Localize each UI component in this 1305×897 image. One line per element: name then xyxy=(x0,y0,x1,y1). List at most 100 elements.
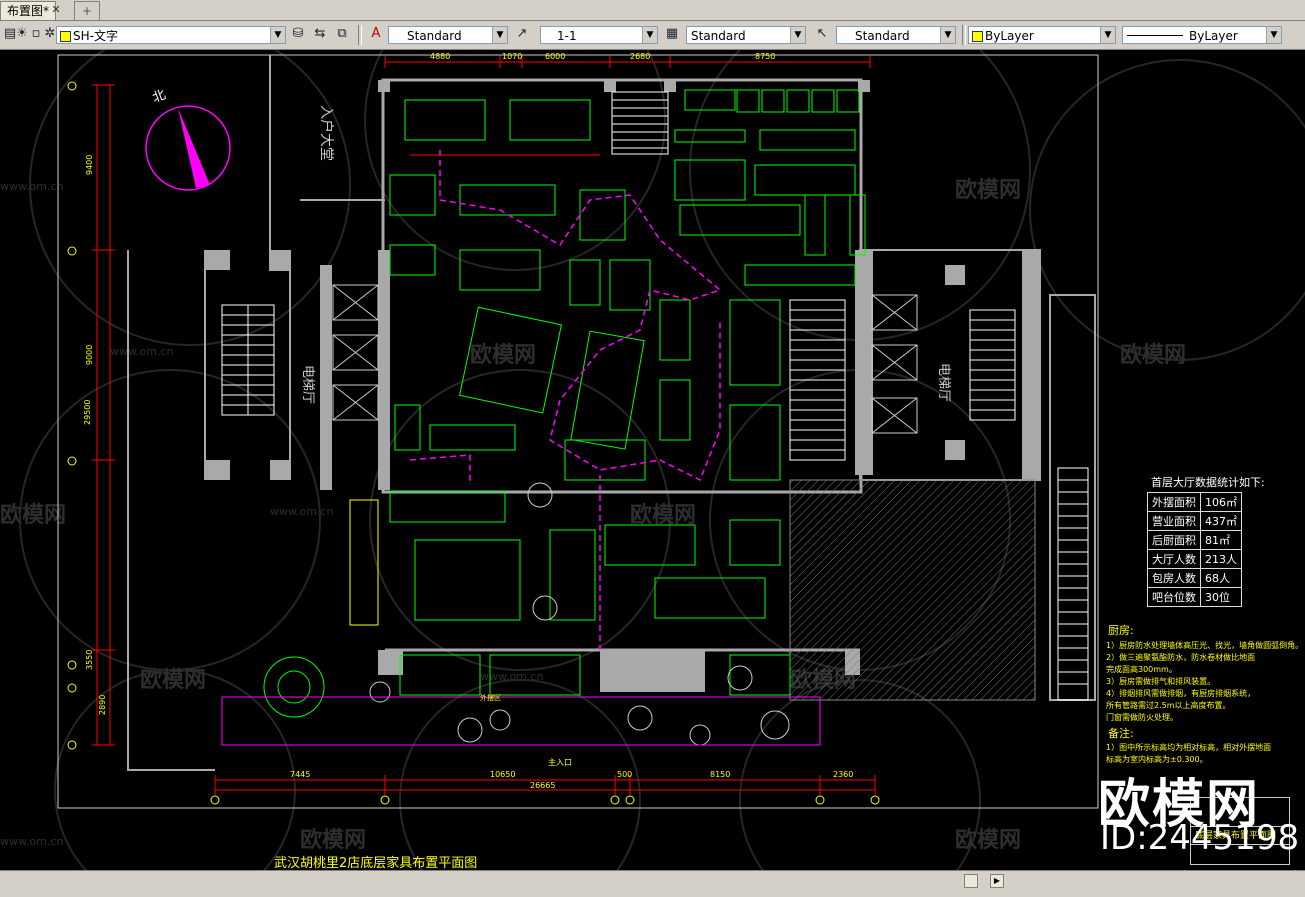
stats-key: 吧台位数 xyxy=(1147,587,1201,607)
dim-style-combo[interactable]: Standard ▼ xyxy=(388,26,508,44)
dim-top-2: 1070 xyxy=(502,52,522,61)
wm-brand: 欧模网 xyxy=(955,827,1021,853)
status-bar: ▶ xyxy=(0,870,1305,897)
stats-row: 吧台位数 30位 xyxy=(1147,587,1242,607)
dining-furniture xyxy=(263,99,791,718)
dim-top-1: 4880 xyxy=(430,52,450,61)
linetype-combo[interactable]: ByLayer ▼ xyxy=(1122,26,1282,44)
color-value: ByLayer xyxy=(985,29,1034,43)
stats-value: 437㎡ xyxy=(1200,511,1242,531)
top-dimension-texts: 4880 1070 6000 2680 8750 xyxy=(430,52,775,61)
kitchen-note-line: 2）做三遍聚氨酯防水，防水卷材做比地面 xyxy=(1106,653,1256,662)
layer-match-icon[interactable]: ⇆ xyxy=(312,26,328,42)
new-tab-button[interactable]: + xyxy=(74,1,100,20)
chevron-down-icon[interactable]: ▼ xyxy=(1100,27,1115,43)
text-style-value: SH-文字 xyxy=(73,29,118,43)
grid-bubbles-left xyxy=(67,81,77,750)
remarks-line: 1）图中所示标高均为相对标高，相对外摆地面 xyxy=(1106,743,1272,752)
chevron-down-icon[interactable]: ▼ xyxy=(1266,27,1281,43)
stats-row: 包房人数 68人 xyxy=(1147,568,1242,588)
chevron-down-icon[interactable]: ▼ xyxy=(790,27,805,43)
north-label: 北 xyxy=(150,88,167,107)
dim-bottom-3: 500 xyxy=(617,770,632,779)
wm-site: www.om.cn xyxy=(0,180,63,193)
dim-top-3: 6000 xyxy=(545,52,565,61)
kitchen-note-line: 所有管路需过2.5m以上高度布置。 xyxy=(1106,701,1231,710)
text-style-icon[interactable]: A xyxy=(368,26,384,42)
wm-brand: 欧模网 xyxy=(140,667,206,693)
document-tab-bar: 布置图* ✕ + xyxy=(0,0,1305,21)
kitchen-equipment xyxy=(674,89,866,286)
table-style-combo[interactable]: Standard ▼ xyxy=(686,26,806,44)
stats-value: 30位 xyxy=(1200,587,1242,607)
stats-key: 后厨面积 xyxy=(1147,530,1201,550)
text-style-combo[interactable]: SH-文字 ▼ xyxy=(56,26,286,44)
dim-bottom-2: 10650 xyxy=(490,770,515,779)
stats-table: 外摆面积 106㎡ 营业面积 437㎡ 后厨面积 81㎡ 大厅人数 213人 包房人数 6… xyxy=(1147,492,1242,607)
kitchen-note-line: 4）排烟排风需做排烟，有厨房排烟系统， xyxy=(1106,689,1256,698)
stats-value: 68人 xyxy=(1200,568,1242,588)
dim-left-1: 9400 xyxy=(85,155,94,175)
horizontal-scroll-thumb[interactable] xyxy=(964,874,978,888)
layer-previous-icon[interactable]: ⧉ xyxy=(334,26,350,42)
label-lobby: 入户大堂 xyxy=(318,105,335,161)
kitchen-note-line: 门窗需做防火处理。 xyxy=(1106,713,1178,722)
color-combo[interactable]: ByLayer ▼ xyxy=(968,26,1116,44)
kitchen-note-line: 完成面高300mm。 xyxy=(1106,665,1177,674)
stats-row: 营业面积 437㎡ xyxy=(1147,511,1242,531)
chevron-down-icon[interactable]: ▼ xyxy=(492,27,507,43)
stats-value: 213人 xyxy=(1200,549,1242,569)
wm-brand: 欧模网 xyxy=(630,502,696,528)
close-tab-icon[interactable]: ✕ xyxy=(48,2,64,18)
dim-total: 26665 xyxy=(530,781,555,790)
scale-combo[interactable]: 1-1 ▼ xyxy=(540,26,658,44)
layer-states-icon[interactable]: ⛁ xyxy=(290,26,306,42)
stats-key: 外摆面积 xyxy=(1147,492,1201,512)
label-elevator-left: 电梯厅 xyxy=(300,365,315,404)
multileader-style-icon[interactable]: ↖ xyxy=(814,26,830,42)
wm-brand: 欧模网 xyxy=(300,827,366,853)
multileader-style-combo[interactable]: Standard ▼ xyxy=(836,26,956,44)
stats-key: 大厅人数 xyxy=(1147,549,1201,569)
table-style-value: Standard xyxy=(691,29,746,43)
left-dimension-lines xyxy=(92,84,115,746)
label-outdoor: 外摆区 xyxy=(480,693,501,702)
linetype-value: ByLayer xyxy=(1189,29,1238,43)
stats-value: 81㎡ xyxy=(1200,530,1242,550)
dim-left-3: 29500 xyxy=(83,400,92,425)
wm-brand: 欧模网 xyxy=(1120,342,1186,368)
drawing-canvas[interactable]: 欧模网 欧模网 欧模网 欧模网 欧模网 欧模网 欧模网 欧模网 欧模网 欧模网 … xyxy=(0,50,1305,870)
chevron-down-icon[interactable]: ▼ xyxy=(642,27,657,43)
wm-site: www.om.cn xyxy=(270,505,333,518)
table-style-icon[interactable]: ▦ xyxy=(664,26,680,42)
wm-brand: 欧模网 xyxy=(470,342,536,368)
label-main-entrance: 主入口 xyxy=(548,757,572,767)
chevron-down-icon[interactable]: ▼ xyxy=(940,27,955,43)
document-tab-label: 布置图* xyxy=(7,4,50,18)
dimension-style-icon[interactable]: ↗ xyxy=(514,26,530,42)
scroll-right-button[interactable]: ▶ xyxy=(990,874,1004,888)
styles-toolbar: ▤ ☀ ▫ ✲ SH-文字 ▼ ⛁ ⇆ ⧉ A Standard ▼ ↗ 1-1… xyxy=(0,21,1305,50)
linetype-preview xyxy=(1127,35,1183,36)
dim-bottom-1: 7445 xyxy=(290,770,310,779)
watermark-text: 欧模网 欧模网 欧模网 欧模网 欧模网 欧模网 欧模网 欧模网 欧模网 欧模网 … xyxy=(0,177,1186,853)
circulation-route xyxy=(409,150,722,650)
stats-value: 106㎡ xyxy=(1200,492,1242,512)
stats-title: 首层大厅数据统计如下: xyxy=(1151,476,1265,489)
stats-key: 营业面积 xyxy=(1147,511,1201,531)
wm-site: www.om.cn xyxy=(110,345,173,358)
chevron-down-icon[interactable]: ▼ xyxy=(270,27,285,43)
wm-brand: 欧模网 xyxy=(955,177,1021,203)
dim-style-value: Standard xyxy=(407,29,462,43)
kitchen-notes-heading: 厨房: xyxy=(1108,624,1134,637)
multileader-style-value: Standard xyxy=(855,29,910,43)
watermark-id: ID:2445198 xyxy=(1100,818,1300,858)
north-arrow: 北 xyxy=(145,88,231,191)
left-dimension-texts: 9400 9000 29500 3550 2890 xyxy=(83,155,107,715)
stats-row: 外摆面积 106㎡ xyxy=(1147,492,1242,512)
hatched-area xyxy=(789,479,1036,701)
dim-top-5: 8750 xyxy=(755,52,775,61)
grid-bubbles-bottom xyxy=(210,795,880,805)
color-swatch-icon xyxy=(60,31,71,42)
stats-row: 大厅人数 213人 xyxy=(1147,549,1242,569)
